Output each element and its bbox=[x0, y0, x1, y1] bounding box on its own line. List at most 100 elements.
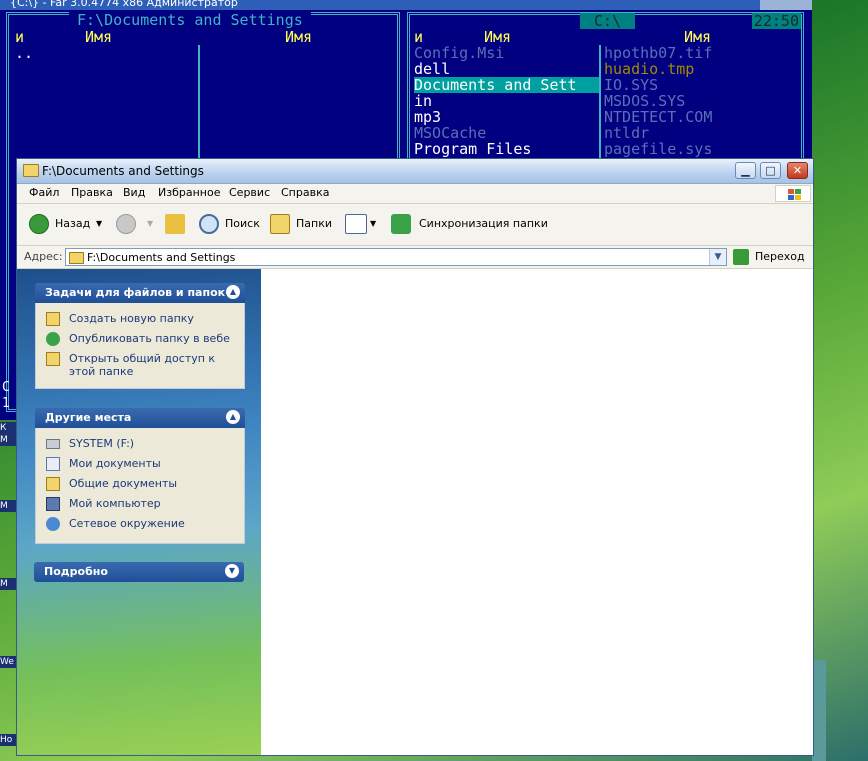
folders-icon bbox=[270, 214, 290, 234]
far-parent-dir-item[interactable]: .. bbox=[15, 45, 33, 61]
far-file-item[interactable]: dell bbox=[414, 61, 450, 77]
far-right-col-name1: Имя bbox=[484, 28, 512, 46]
place-label: Мои документы bbox=[69, 457, 161, 470]
window-title: F:\Documents and Settings bbox=[42, 164, 204, 178]
up-folder-icon bbox=[165, 214, 185, 234]
go-arrow-icon bbox=[733, 249, 749, 265]
far-file-item[interactable]: NTDETECT.COM bbox=[604, 109, 712, 125]
other-places-header[interactable]: Другие места ▲ bbox=[35, 408, 245, 428]
far-left-col-name1: Имя bbox=[85, 28, 113, 46]
forward-arrow-icon bbox=[116, 214, 136, 234]
address-input[interactable]: F:\Documents and Settings ▼ bbox=[65, 248, 727, 266]
far-left-path: F:\Documents and Settings bbox=[69, 12, 311, 28]
desktop-icon-label[interactable]: М bbox=[0, 500, 16, 512]
back-button[interactable]: Назад ▼ bbox=[29, 212, 105, 236]
menu-edit[interactable]: Правка bbox=[71, 186, 113, 199]
desktop-icon-label[interactable]: We bbox=[0, 656, 16, 668]
folder-icon bbox=[69, 252, 84, 264]
close-button[interactable]: ✕ bbox=[787, 162, 808, 179]
far-file-item[interactable]: ntldr bbox=[604, 125, 649, 141]
far-file-item[interactable]: Config.Msi bbox=[414, 45, 504, 61]
up-folder-button[interactable] bbox=[165, 212, 187, 236]
far-file-item[interactable]: MSDOS.SYS bbox=[604, 93, 685, 109]
other-places-panel: Другие места ▲ SYSTEM (F:) Мои документы… bbox=[35, 408, 245, 544]
far-window-controls[interactable] bbox=[760, 0, 812, 10]
search-button[interactable]: Поиск bbox=[199, 212, 260, 236]
far-left-col-n: и bbox=[15, 28, 25, 46]
network-icon bbox=[46, 517, 60, 531]
address-dropdown-button[interactable]: ▼ bbox=[709, 249, 726, 265]
menu-tools[interactable]: Сервис bbox=[229, 186, 270, 199]
details-header[interactable]: Подробно ▼ bbox=[34, 562, 244, 582]
place-label: Сетевое окружение bbox=[69, 517, 185, 530]
share-folder-icon bbox=[46, 352, 60, 366]
search-label: Поиск bbox=[225, 217, 260, 230]
desktop-icon-label[interactable]: М bbox=[0, 578, 16, 590]
explorer-window: F:\Documents and Settings ▁ □ ✕ Файл Пра… bbox=[16, 158, 814, 756]
sync-folder-button[interactable]: Синхронизация папки bbox=[391, 212, 551, 236]
views-button[interactable]: ▼ bbox=[345, 212, 379, 236]
far-file-item[interactable]: hpothb07.tif bbox=[604, 45, 712, 61]
far-command-line[interactable]: C 1 bbox=[0, 376, 14, 416]
address-bar: Адрес: F:\Documents and Settings ▼ Перех… bbox=[17, 246, 813, 269]
toolbar: Назад ▼ ▼ Поиск Папки ▼ Синхронизация па… bbox=[17, 204, 813, 246]
menu-favorites[interactable]: Избранное bbox=[158, 186, 220, 199]
folder-icon bbox=[23, 164, 39, 177]
far-cmd-line: C bbox=[2, 380, 10, 395]
far-title-text: {C:\} - Far 3.0.4774 x86 Администратор bbox=[10, 0, 238, 9]
address-label: Адрес: bbox=[24, 250, 63, 263]
desktop-icon-label[interactable]: Ho bbox=[0, 734, 16, 746]
address-value: F:\Documents and Settings bbox=[87, 251, 236, 264]
far-file-item[interactable]: mp3 bbox=[414, 109, 441, 125]
go-label: Переход bbox=[755, 250, 805, 263]
menu-bar: Файл Правка Вид Избранное Сервис Справка bbox=[17, 184, 813, 204]
views-grid-icon bbox=[345, 214, 367, 234]
task-label: Опубликовать папку в вебе bbox=[69, 332, 230, 345]
far-file-item[interactable]: IO.SYS bbox=[604, 77, 658, 93]
task-pane: Задачи для файлов и папок ▲ Создать нову… bbox=[17, 269, 261, 755]
shared-documents-icon bbox=[46, 477, 60, 491]
far-file-item[interactable]: MSOCache bbox=[414, 125, 486, 141]
other-places-title: Другие места bbox=[45, 411, 132, 424]
expand-chevron-icon[interactable]: ▼ bbox=[225, 564, 239, 578]
far-file-item[interactable]: Program Files bbox=[414, 141, 531, 157]
desktop-background-window bbox=[812, 660, 826, 761]
chevron-down-icon: ▼ bbox=[96, 219, 103, 228]
far-selected-item[interactable]: Documents and Sett bbox=[414, 77, 599, 93]
task-label: Открыть общий доступ к этой папке bbox=[69, 352, 216, 378]
far-file-item[interactable]: pagefile.sys bbox=[604, 141, 712, 157]
back-label: Назад bbox=[55, 217, 91, 230]
far-file-item[interactable]: in bbox=[414, 93, 432, 109]
windows-logo-icon bbox=[775, 185, 811, 202]
explorer-title-bar[interactable]: F:\Documents and Settings ▁ □ ✕ bbox=[17, 159, 813, 184]
file-tasks-header[interactable]: Задачи для файлов и папок ▲ bbox=[35, 283, 245, 303]
new-folder-icon bbox=[46, 312, 60, 326]
folders-button[interactable]: Папки bbox=[270, 212, 332, 236]
far-cmd-line: 1 bbox=[2, 396, 10, 411]
collapse-chevron-icon[interactable]: ▲ bbox=[226, 410, 240, 424]
far-right-path: C:\ bbox=[580, 13, 636, 29]
folders-label: Папки bbox=[296, 217, 332, 230]
far-file-item[interactable]: huadio.tmp bbox=[604, 61, 694, 77]
chevron-down-icon: ▼ bbox=[147, 219, 154, 228]
my-computer-icon bbox=[46, 497, 60, 511]
far-right-col-name2: Имя bbox=[684, 28, 712, 46]
menu-file[interactable]: Файл bbox=[29, 186, 59, 199]
details-title: Подробно bbox=[44, 565, 108, 578]
menu-help[interactable]: Справка bbox=[281, 186, 329, 199]
far-title-bar: {C:\} - Far 3.0.4774 x86 Администратор bbox=[0, 0, 760, 10]
place-label: Мой компьютер bbox=[69, 497, 161, 510]
file-list-area[interactable] bbox=[261, 269, 813, 755]
sync-label: Синхронизация папки bbox=[419, 217, 548, 230]
minimize-button[interactable]: ▁ bbox=[735, 162, 756, 179]
desktop-icon-label[interactable]: К М bbox=[0, 422, 16, 446]
publish-web-icon bbox=[46, 332, 60, 346]
menu-view[interactable]: Вид bbox=[123, 186, 145, 199]
maximize-button[interactable]: □ bbox=[760, 162, 781, 179]
collapse-chevron-icon[interactable]: ▲ bbox=[226, 285, 240, 299]
task-label: Создать новую папку bbox=[69, 312, 194, 325]
forward-button[interactable]: ▼ bbox=[116, 212, 154, 236]
far-clock: 22:50 bbox=[751, 12, 801, 30]
file-tasks-title: Задачи для файлов и папок bbox=[45, 286, 226, 299]
back-arrow-icon bbox=[29, 214, 49, 234]
